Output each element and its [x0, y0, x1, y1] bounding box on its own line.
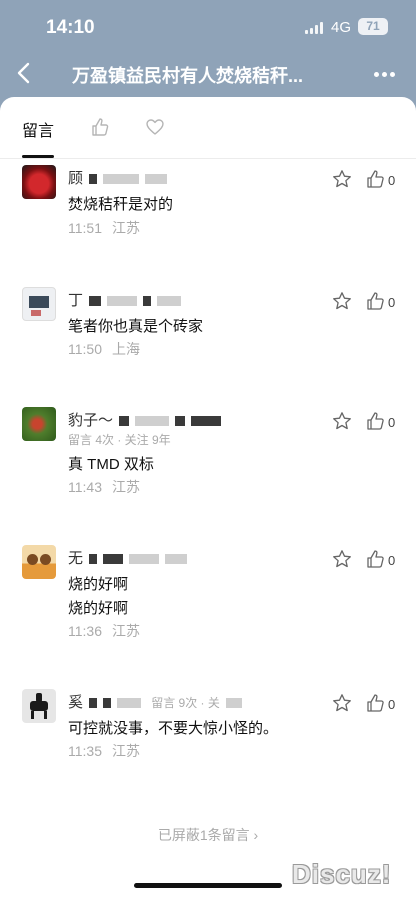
star-icon[interactable] — [332, 411, 352, 431]
comment-text: 烧的好啊 — [68, 576, 129, 593]
status-bar: 14:10 4G 71 — [0, 0, 416, 52]
avatar[interactable] — [22, 545, 56, 579]
like-count: 0 — [388, 173, 396, 188]
star-icon[interactable] — [332, 291, 352, 311]
comment-user-meta: 留言 4次 · 关注 9年 — [68, 433, 171, 447]
network-type: 4G — [331, 19, 352, 36]
like-count: 0 — [388, 553, 396, 568]
comment-item: 豹子～ 留言 4次 · 关注 9年 真 TMD 双标 11:43 江苏 0 — [0, 407, 416, 497]
star-icon[interactable] — [332, 169, 352, 189]
comment-time-location: 11:51 江苏 — [68, 220, 140, 236]
like-thumb-icon[interactable] — [366, 693, 386, 713]
signal-icon — [305, 22, 325, 34]
tab-favorites-heart-icon[interactable] — [145, 117, 165, 137]
comment-time-location: 11:35 江苏 — [68, 743, 140, 759]
back-arrow-icon[interactable] — [14, 60, 34, 86]
nav-bar: 万盈镇益民村有人焚烧秸秆... — [0, 52, 416, 96]
comment-item: 奚 留言 9次 · 关 可控就没事，不要大惊小怪的。 11:35 江苏 0 — [0, 689, 416, 769]
like-count: 0 — [388, 697, 396, 712]
star-icon[interactable] — [332, 693, 352, 713]
comment-time-location: 11:43 江苏 — [68, 479, 140, 495]
tab-comments[interactable]: 留言 — [22, 117, 54, 141]
status-time: 14:10 — [46, 17, 95, 38]
comment-username[interactable]: 豹子～ — [68, 409, 222, 430]
comment-text: 可控就没事，不要大惊小怪的。 — [68, 720, 279, 737]
tabs-divider — [0, 158, 416, 159]
like-count: 0 — [388, 415, 396, 430]
battery-icon: 71 — [358, 18, 388, 35]
comment-item: 丁 笔者你也真是个砖家 11:50 上海 0 — [0, 287, 416, 367]
like-count: 0 — [388, 295, 396, 310]
tab-likes-thumb-icon[interactable] — [90, 117, 110, 137]
comments-sheet: 留言 顾 焚烧秸秆是对的 11:51 江苏 0 丁 笔者你也真是个砖家 11:5… — [0, 97, 416, 900]
hidden-comments-link[interactable]: 已屏蔽1条留言 › — [0, 825, 416, 845]
comment-text-line2: 烧的好啊 — [68, 600, 129, 617]
comment-username[interactable]: 奚 留言 9次 · 关 — [68, 691, 242, 712]
like-thumb-icon[interactable] — [366, 549, 386, 569]
comment-time-location: 11:50 上海 — [68, 341, 140, 357]
discuz-watermark: Discuz! — [292, 859, 392, 889]
like-thumb-icon[interactable] — [366, 169, 386, 189]
avatar[interactable] — [22, 689, 56, 723]
star-icon[interactable] — [332, 549, 352, 569]
avatar[interactable] — [22, 165, 56, 199]
avatar[interactable] — [22, 287, 56, 321]
comment-text: 真 TMD 双标 — [68, 456, 154, 473]
comment-time-location: 11:36 江苏 — [68, 623, 140, 639]
comment-username[interactable]: 顾 — [68, 167, 168, 188]
page-title: 万盈镇益民村有人焚烧秸秆... — [72, 66, 304, 86]
tab-bar: 留言 — [0, 97, 416, 159]
comment-text: 笔者你也真是个砖家 — [68, 318, 204, 335]
comment-username[interactable]: 丁 — [68, 289, 182, 310]
comment-text: 焚烧秸秆是对的 — [68, 196, 174, 213]
comment-item: 无 烧的好啊 烧的好啊 11:36 江苏 0 — [0, 545, 416, 645]
more-options-icon[interactable] — [374, 72, 396, 78]
comment-item: 顾 焚烧秸秆是对的 11:51 江苏 0 — [0, 165, 416, 245]
like-thumb-icon[interactable] — [366, 291, 386, 311]
avatar[interactable] — [22, 407, 56, 441]
comment-username[interactable]: 无 — [68, 547, 188, 568]
like-thumb-icon[interactable] — [366, 411, 386, 431]
home-indicator[interactable] — [134, 883, 282, 888]
